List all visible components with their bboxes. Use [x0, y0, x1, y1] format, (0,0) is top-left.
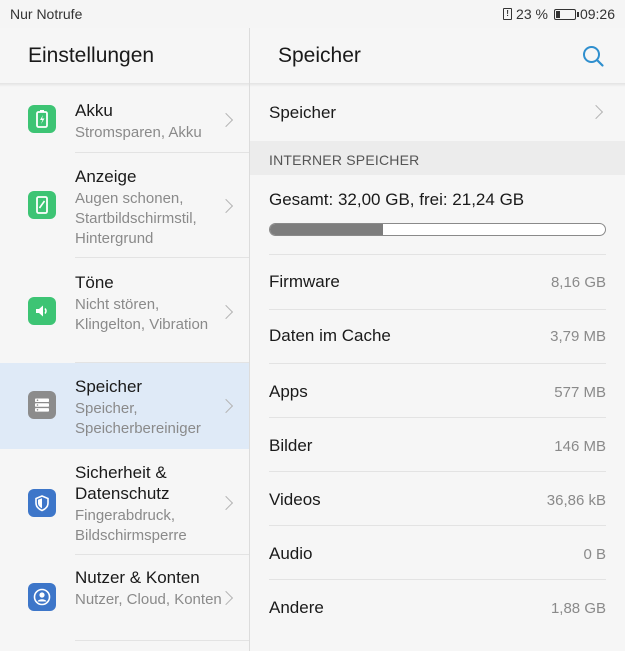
- settings-list-pane: Einstellungen Akku Stromsparen, Akku Anz…: [0, 28, 249, 651]
- user-icon: [28, 583, 56, 611]
- sidebar-item-label: Anzeige: [75, 167, 137, 186]
- storage-row-bilder[interactable]: Bilder 146 MB: [250, 417, 625, 472]
- sidebar-item-subtitle: Stromsparen, Akku: [75, 124, 202, 141]
- storage-row-label: Firmware: [269, 272, 340, 291]
- storage-row-cache[interactable]: Daten im Cache 3,79 MB: [250, 309, 625, 364]
- storage-row-videos[interactable]: Videos 36,86 kB: [250, 471, 625, 526]
- storage-usage-bar: [269, 223, 606, 236]
- storage-summary-text: Gesamt: 32,00 GB, frei: 21,24 GB: [269, 190, 525, 209]
- search-icon[interactable]: [581, 44, 605, 68]
- sidebar-item-sicherheit[interactable]: Sicherheit & Datenschutz Fingerabdruck, …: [0, 449, 249, 555]
- storage-row-value: 36,86 kB: [546, 492, 606, 509]
- storage-settings-label: Speicher: [269, 103, 337, 122]
- storage-row-audio[interactable]: Audio 0 B: [250, 525, 625, 580]
- storage-row-label: Bilder: [269, 436, 313, 455]
- sidebar-item-subtitle: Augen schonen, Startbildschirmstil, Hint…: [75, 190, 197, 247]
- sidebar-item-speicher[interactable]: Speicher Speicher, Speicherbereiniger: [0, 363, 249, 449]
- sidebar-item-label: Speicher: [75, 377, 143, 396]
- chevron-right-icon: [588, 104, 604, 120]
- settings-menu: Akku Stromsparen, Akku Anzeige Augen sch…: [0, 86, 249, 641]
- storage-icon: [28, 391, 56, 419]
- sidebar-item-toene[interactable]: Töne Nicht stören, Klingelton, Vibration: [0, 258, 249, 363]
- storage-summary: Gesamt: 32,00 GB, frei: 21,24 GB: [250, 175, 625, 255]
- battery-icon: [553, 8, 579, 20]
- storage-row-value: 1,88 GB: [550, 600, 606, 617]
- speaker-icon: [28, 297, 56, 325]
- sidebar-item-label: Akku: [75, 101, 113, 120]
- storage-row-value: 146 MB: [554, 438, 606, 455]
- sidebar-item-subtitle: Speicher, Speicherbereiniger: [75, 400, 201, 437]
- storage-row-value: 577 MB: [554, 384, 606, 401]
- sidebar-item-subtitle: Nicht stören, Klingelton, Vibration: [75, 296, 209, 333]
- storage-row-label: Daten im Cache: [269, 326, 391, 345]
- status-bar: Nur Notrufe ! 23 % 09:26: [0, 0, 625, 28]
- storage-row-label: Audio: [269, 544, 313, 563]
- clock: 09:26: [579, 6, 615, 22]
- status-icons: ! 23 % 09:26: [503, 6, 615, 22]
- storage-settings-row[interactable]: Speicher: [250, 86, 625, 141]
- storage-row-label: Apps: [269, 382, 308, 401]
- sidebar-item-subtitle: Nutzer, Cloud, Konten: [75, 591, 222, 608]
- storage-row-value: 3,79 MB: [550, 328, 606, 345]
- battery-percent: 23 %: [516, 6, 548, 22]
- storage-row-andere[interactable]: Andere 1,88 GB: [250, 579, 625, 633]
- storage-row-label: Andere: [269, 598, 324, 617]
- sidebar-item-anzeige[interactable]: Anzeige Augen schonen, Startbildschirmst…: [0, 153, 249, 258]
- section-header: INTERNER SPEICHER: [250, 141, 625, 175]
- display-icon: [28, 191, 56, 219]
- section-header-label: INTERNER SPEICHER: [269, 152, 420, 168]
- sim-icon: !: [503, 8, 513, 20]
- sidebar-item-label: Töne: [75, 273, 114, 292]
- sidebar-item-label: Nutzer & Konten: [75, 568, 200, 587]
- detail-title: Speicher: [278, 44, 361, 67]
- battery-icon: [28, 105, 56, 133]
- storage-usage-fill: [270, 224, 383, 235]
- shield-icon: [28, 489, 56, 517]
- storage-row-firmware[interactable]: Firmware 8,16 GB: [250, 255, 625, 310]
- sidebar-item-nutzer[interactable]: Nutzer & Konten Nutzer, Cloud, Konten: [0, 555, 249, 641]
- sidebar-item-label: Sicherheit & Datenschutz: [75, 463, 170, 503]
- storage-row-value: 0 B: [583, 546, 606, 563]
- storage-row-apps[interactable]: Apps 577 MB: [250, 363, 625, 418]
- sidebar-item-akku[interactable]: Akku Stromsparen, Akku: [0, 86, 249, 153]
- carrier-text: Nur Notrufe: [10, 6, 83, 22]
- storage-row-value: 8,16 GB: [550, 274, 606, 291]
- sidebar-item-subtitle: Fingerabdruck, Bildschirmsperre: [75, 507, 187, 544]
- page-title: Einstellungen: [28, 44, 155, 67]
- storage-detail-pane: Speicher Speicher INTERNER SPEICHER Gesa…: [250, 28, 625, 651]
- storage-row-label: Videos: [269, 490, 321, 509]
